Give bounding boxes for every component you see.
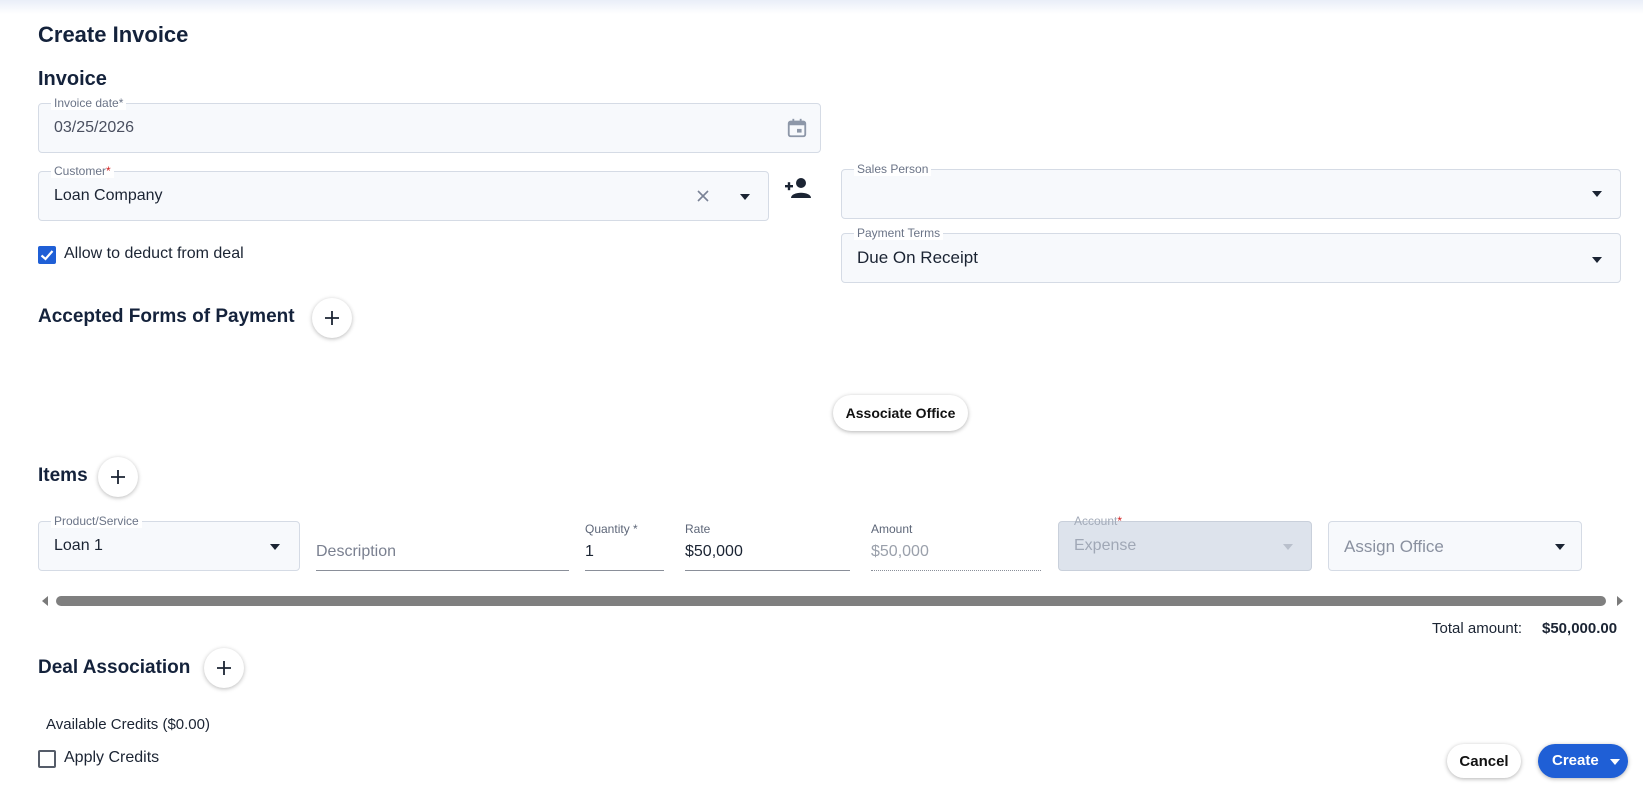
horizontal-scrollbar-thumb[interactable] bbox=[56, 596, 1606, 606]
page-title: Create Invoice bbox=[38, 22, 189, 47]
product-service-select[interactable]: Product/Service Loan 1 bbox=[38, 514, 300, 571]
rate-input[interactable]: $50,000 bbox=[685, 543, 743, 561]
quantity-input[interactable]: 1 bbox=[585, 543, 594, 561]
account-label: Account* bbox=[1074, 514, 1123, 528]
chevron-down-icon[interactable] bbox=[1555, 544, 1565, 550]
quantity-label: Quantity * bbox=[585, 522, 638, 536]
customer-value: Loan Company bbox=[54, 187, 163, 204]
add-person-icon[interactable] bbox=[785, 177, 811, 199]
customer-label: Customer* bbox=[51, 164, 114, 178]
description-input[interactable]: Description bbox=[316, 543, 396, 561]
description-underline bbox=[316, 570, 569, 571]
total-amount-label: Total amount: bbox=[1432, 620, 1523, 637]
quantity-underline bbox=[585, 570, 664, 571]
assign-office-placeholder: Assign Office bbox=[1344, 537, 1444, 556]
assign-office-select[interactable]: Assign Office bbox=[1328, 521, 1582, 571]
payment-terms-label: Payment Terms bbox=[854, 226, 944, 240]
account-value: Expense bbox=[1074, 537, 1137, 554]
customer-select[interactable]: Customer* Loan Company bbox=[38, 164, 769, 221]
accepted-forms-title: Accepted Forms of Payment bbox=[38, 306, 295, 327]
product-service-value: Loan 1 bbox=[54, 537, 103, 554]
create-button-label: Create bbox=[1552, 752, 1599, 769]
invoice-date-field[interactable]: Invoice date* 03/25/2026 bbox=[38, 96, 821, 153]
invoice-date-label: Invoice date* bbox=[51, 96, 127, 110]
cancel-button[interactable]: Cancel bbox=[1447, 744, 1521, 778]
amount-underline bbox=[871, 570, 1041, 571]
rate-label: Rate bbox=[685, 522, 711, 536]
allow-deduct-checkbox[interactable] bbox=[38, 246, 56, 264]
chevron-down-icon[interactable] bbox=[270, 544, 280, 550]
clear-icon[interactable] bbox=[696, 189, 710, 203]
apply-credits-label: Apply Credits bbox=[64, 749, 160, 766]
amount-label: Amount bbox=[871, 522, 913, 536]
sales-person-label: Sales Person bbox=[854, 162, 932, 176]
chevron-down-icon[interactable] bbox=[1610, 759, 1620, 765]
items-title: Items bbox=[38, 465, 88, 486]
amount-value: $50,000 bbox=[871, 543, 929, 560]
add-payment-form-button[interactable] bbox=[312, 298, 352, 338]
allow-deduct-label: Allow to deduct from deal bbox=[64, 245, 244, 262]
available-credits-text: Available Credits ($0.00) bbox=[46, 716, 210, 733]
plus-icon bbox=[111, 470, 125, 484]
total-amount-value: $50,000.00 bbox=[1542, 620, 1618, 637]
chevron-down-icon[interactable] bbox=[1592, 257, 1602, 263]
plus-icon bbox=[325, 311, 339, 325]
add-item-button[interactable] bbox=[98, 457, 138, 497]
invoice-date-value: 03/25/2026 bbox=[54, 119, 135, 136]
plus-icon bbox=[217, 661, 231, 675]
scroll-left-arrow-icon[interactable] bbox=[42, 596, 48, 606]
chevron-down-icon[interactable] bbox=[1592, 191, 1602, 197]
section-title-invoice: Invoice bbox=[38, 68, 107, 90]
chevron-down-icon bbox=[1283, 544, 1293, 550]
calendar-icon[interactable] bbox=[786, 117, 808, 139]
checkmark-icon bbox=[40, 250, 54, 261]
apply-credits-checkbox[interactable] bbox=[38, 750, 56, 768]
associate-office-button[interactable]: Associate Office bbox=[833, 395, 968, 431]
add-deal-association-button[interactable] bbox=[204, 648, 244, 688]
account-select-disabled: Account* Expense bbox=[1058, 514, 1312, 571]
payment-terms-select[interactable]: Payment Terms Due On Receipt bbox=[841, 226, 1621, 283]
sales-person-select[interactable]: Sales Person bbox=[841, 162, 1621, 219]
rate-underline bbox=[685, 570, 850, 571]
create-button[interactable]: Create bbox=[1538, 744, 1628, 778]
product-service-label: Product/Service bbox=[51, 514, 142, 528]
top-shadow bbox=[0, 0, 1643, 14]
payment-terms-value: Due On Receipt bbox=[857, 248, 978, 267]
scroll-right-arrow-icon[interactable] bbox=[1617, 596, 1623, 606]
chevron-down-icon[interactable] bbox=[740, 194, 750, 200]
deal-association-title: Deal Association bbox=[38, 657, 191, 678]
